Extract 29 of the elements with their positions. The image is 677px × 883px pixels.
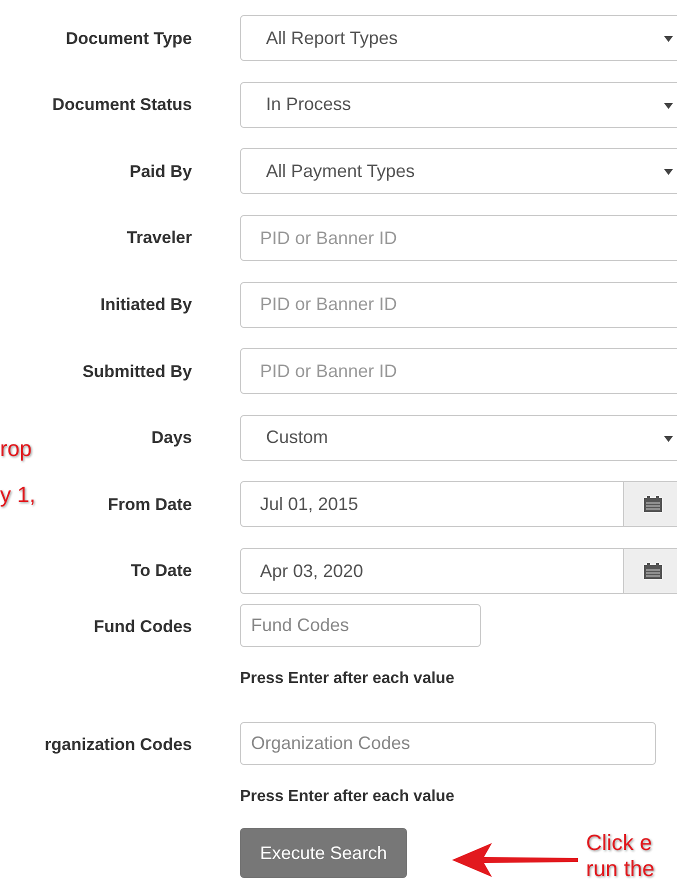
field-label: rganization Codes (44, 735, 192, 754)
annotation-text: rop (0, 436, 32, 462)
annotation-text: run the (586, 856, 654, 882)
dropdown[interactable]: In Process (240, 82, 677, 128)
input-field[interactable]: PID or Banner ID (240, 348, 677, 394)
field-label: Paid By (130, 162, 192, 181)
input-field[interactable]: PID or Banner ID (240, 215, 677, 262)
field-label: To Date (130, 561, 192, 580)
annotation-text: Click e (586, 830, 652, 856)
help-text: Press Enter after each value (240, 669, 456, 690)
dropdown[interactable]: All Report Types (240, 15, 677, 62)
field-label: Days (151, 428, 192, 448)
execute-search-button[interactable]: Execute Search (240, 828, 408, 878)
input-field[interactable]: Fund Codes (240, 604, 481, 648)
field-label: Fund Codes (94, 617, 192, 636)
input-field[interactable]: PID or Banner ID (240, 282, 677, 328)
date-field[interactable]: Apr 03, 2020 (240, 548, 677, 594)
dropdown[interactable]: All Payment Types (240, 148, 677, 194)
help-text: Press Enter after each value (240, 787, 456, 808)
field-label: Document Type (66, 28, 192, 48)
input-field[interactable]: Organization Codes (240, 722, 656, 766)
field-label: Traveler (126, 228, 192, 248)
field-label: Submitted By (82, 362, 192, 381)
annotation-text: y 1, (0, 482, 36, 508)
field-label: Initiated By (100, 294, 192, 314)
date-field[interactable]: Jul 01, 2015 (240, 481, 677, 528)
field-label: Document Status (52, 95, 192, 114)
dropdown[interactable]: Custom (240, 414, 677, 461)
field-label: From Date (108, 494, 192, 514)
